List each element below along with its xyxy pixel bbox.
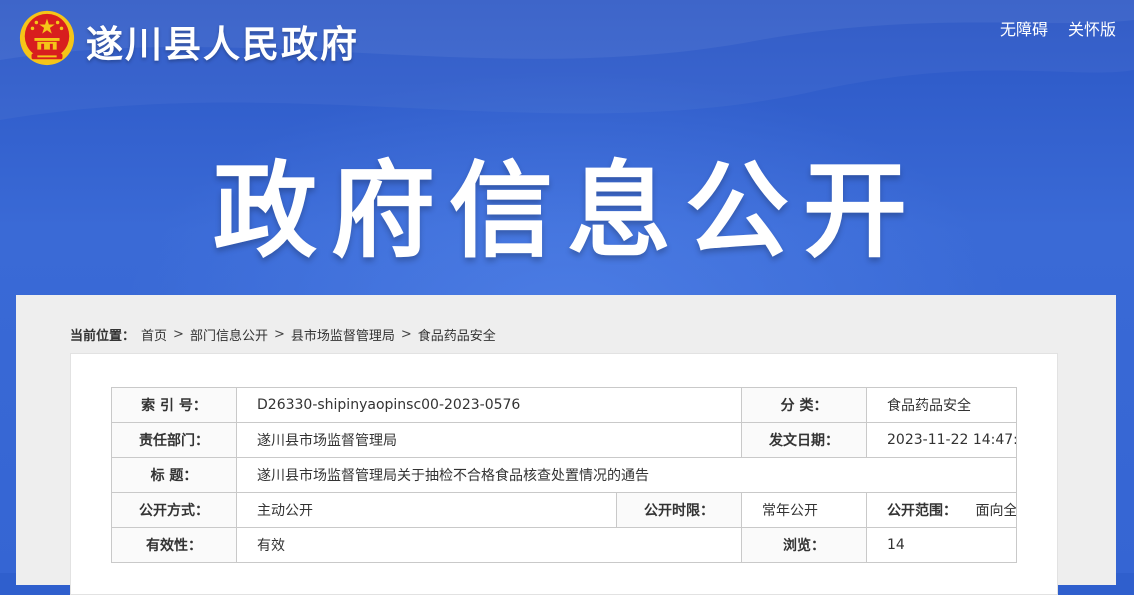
breadcrumb: 当前位置： 首页 > 部门信息公开 > 县市场监督管理局 > 食品药品安全 — [70, 325, 496, 344]
breadcrumb-market-bureau[interactable]: 县市场监督管理局 — [291, 325, 395, 344]
table-row: 责任部门： 遂川县市场监督管理局 发文日期： 2023-11-22 14:47:… — [111, 422, 1018, 458]
issue-date-label: 发文日期： — [741, 422, 868, 458]
content-area: 当前位置： 首页 > 部门信息公开 > 县市场监督管理局 > 食品药品安全 索 … — [16, 295, 1116, 595]
national-emblem-icon[interactable] — [18, 9, 76, 67]
table-row: 公开方式： 主动公开 公开时限： 常年公开 公开范围： 面向全社会 — [111, 492, 1018, 528]
disclosure-method-value: 主动公开 — [236, 492, 617, 528]
breadcrumb-separator: > — [273, 327, 285, 342]
breadcrumb-food-drug[interactable]: 食品药品安全 — [418, 325, 496, 344]
hero-title: 政府信息公开 — [212, 150, 921, 272]
breadcrumb-dept-info[interactable]: 部门信息公开 — [190, 325, 268, 344]
category-value: 食品药品安全 — [866, 387, 1018, 423]
disclosure-period-label: 公开时限： — [615, 492, 743, 528]
elderly-mode-link[interactable]: 关怀版 — [1068, 16, 1116, 40]
disclosure-scope-label: 公开范围： — [887, 503, 958, 519]
info-panel: 索 引 号： D26330-shipinyaopinsc00-2023-0576… — [70, 353, 1058, 595]
disclosure-period-value: 常年公开 — [741, 492, 868, 528]
views-label: 浏览： — [741, 527, 868, 563]
table-row: 标 题： 遂川县市场监督管理局关于抽检不合格食品核查处置情况的通告 — [111, 457, 1018, 493]
index-number-value: D26330-shipinyaopinsc00-2023-0576 — [235, 387, 743, 423]
index-number-label: 索 引 号： — [111, 387, 237, 423]
top-links: 无障碍 关怀版 — [1000, 16, 1116, 40]
table-row: 有效性： 有效 浏览： 14 — [111, 527, 1018, 563]
breadcrumb-separator: > — [173, 327, 184, 342]
disclosure-scope-value: 面向全社会 — [975, 503, 1017, 519]
department-label: 责任部门： — [111, 422, 237, 458]
site-title[interactable]: 遂川县人民政府 — [86, 14, 359, 68]
table-row: 索 引 号： D26330-shipinyaopinsc00-2023-0576… — [111, 387, 1018, 423]
disclosure-scope-cell: 公开范围： 面向全社会 — [866, 492, 1018, 528]
issue-date-value: 2023-11-22 14:47:36 — [866, 422, 1018, 458]
disclosure-method-label: 公开方式： — [111, 492, 237, 528]
metadata-table: 索 引 号： D26330-shipinyaopinsc00-2023-0576… — [111, 387, 1018, 563]
breadcrumb-home[interactable]: 首页 — [141, 325, 167, 344]
category-label: 分 类： — [741, 387, 868, 423]
validity-label: 有效性： — [111, 527, 237, 563]
validity-value: 有效 — [235, 527, 743, 563]
department-value: 遂川县市场监督管理局 — [235, 422, 743, 458]
views-value: 14 — [866, 527, 1018, 563]
accessibility-link[interactable]: 无障碍 — [1000, 16, 1048, 40]
title-label: 标 题： — [111, 457, 237, 493]
breadcrumb-label: 当前位置： — [70, 329, 136, 344]
breadcrumb-separator: > — [400, 327, 412, 342]
title-value: 遂川县市场监督管理局关于抽检不合格食品核查处置情况的通告 — [235, 457, 1018, 493]
